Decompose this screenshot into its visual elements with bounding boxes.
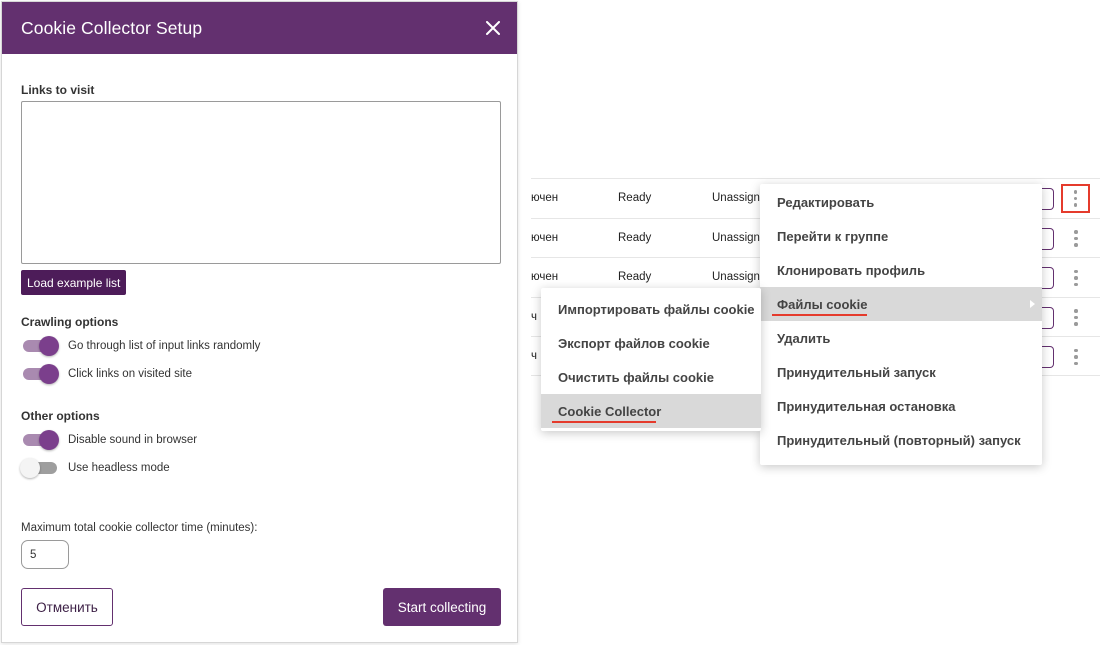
start-profile-button[interactable] [1040,267,1054,289]
cancel-button[interactable]: Отменить [21,588,113,626]
profile-name: ючен [531,192,559,204]
menu-item-cookie-files[interactable]: Файлы cookie [760,287,1042,321]
cookie-files-submenu: Импортировать файлы cookie Экспорт файло… [541,288,761,431]
start-profile-button[interactable] [1040,306,1054,329]
more-options-icon[interactable] [1063,346,1089,368]
menu-item-import-cookies[interactable]: Импортировать файлы cookie [541,292,761,326]
disable-sound-toggle[interactable] [21,430,59,450]
cookie-collector-dialog: Cookie Collector Setup Links to visit Lo… [1,1,518,643]
other-options-label: Other options [21,409,100,423]
menu-item-force-stop[interactable]: Принудительная остановка [760,389,1042,423]
submenu-arrow-icon [1030,300,1035,308]
max-time-label: Maximum total cookie collector time (min… [21,522,258,534]
menu-item-go-to-group[interactable]: Перейти к группе [760,219,1042,253]
links-label: Links to visit [21,83,95,97]
more-options-icon[interactable] [1063,267,1089,289]
toggle-row-random-links: Go through list of input links randomly [21,336,261,356]
toggle-label: Disable sound in browser [68,434,198,446]
profile-status: Ready [618,231,652,244]
random-links-toggle[interactable] [21,336,59,356]
profile-name: ч [531,310,537,323]
max-time-input[interactable] [21,540,69,569]
page: ючен Ready Unassign ючен Ready Unassign … [0,0,1100,645]
menu-item-label: Перейти к группе [777,228,889,244]
menu-item-label: Файлы cookie [777,296,868,312]
menu-item-label: Принудительный (повторный) запуск [777,432,1021,448]
profile-group: Unassign [712,271,760,283]
click-links-toggle[interactable] [21,364,59,384]
toggle-row-headless: Use headless mode [20,458,170,478]
profile-name: ч [531,350,537,362]
menu-item-edit[interactable]: Редактировать [760,185,1042,219]
toggle-label: Go through list of input links randomly [68,340,261,352]
start-profile-button[interactable] [1040,346,1054,368]
profile-group: Unassign [712,231,760,244]
toggle-row-click-links: Click links on visited site [21,364,192,384]
menu-item-delete[interactable]: Удалить [760,321,1042,355]
menu-item-label: Клонировать профиль [777,262,926,278]
more-options-icon[interactable] [1063,307,1089,329]
crawling-options-label: Crawling options [21,315,119,329]
more-options-icon[interactable] [1063,228,1089,250]
menu-item-clear-cookies[interactable]: Очистить файлы cookie [541,360,761,394]
menu-item-label: Экспорт файлов cookie [558,335,710,351]
close-icon[interactable] [481,16,505,40]
menu-item-label: Импортировать файлы cookie [558,301,755,317]
menu-item-label: Принудительный запуск [777,364,936,380]
red-underline-annotation [772,314,867,316]
start-profile-button[interactable] [1040,188,1054,210]
profile-name: ючен [531,271,559,283]
dialog-header: Cookie Collector Setup [2,2,517,54]
menu-item-label: Редактировать [777,194,875,210]
menu-item-cookie-collector[interactable]: Cookie Collector [541,394,761,428]
toggle-label: Use headless mode [68,462,170,474]
menu-item-label: Удалить [777,330,831,346]
profile-group: Unassign [712,192,760,204]
dialog-title: Cookie Collector Setup [21,17,203,38]
profile-status: Ready [618,192,652,204]
menu-item-force-start[interactable]: Принудительный запуск [760,355,1042,389]
load-example-list-button[interactable]: Load example list [21,270,127,295]
toggle-label: Click links on visited site [68,368,192,380]
start-collecting-button[interactable]: Start collecting [383,588,501,626]
red-underline-annotation [552,421,656,423]
menu-item-clone-profile[interactable]: Клонировать профиль [760,253,1042,287]
menu-item-label: Очистить файлы cookie [558,369,714,385]
links-textarea[interactable] [21,101,501,264]
more-options-icon[interactable] [1061,184,1090,213]
start-profile-button[interactable] [1040,227,1054,250]
menu-item-label: Принудительная остановка [777,398,956,414]
profile-context-menu: Редактировать Перейти к группе Клонирова… [760,184,1042,465]
profile-status: Ready [618,271,652,283]
toggle-row-disable-sound: Disable sound in browser [21,430,198,450]
profile-name: ючен [531,231,559,244]
headless-mode-toggle[interactable] [20,458,59,478]
menu-item-force-restart[interactable]: Принудительный (повторный) запуск [760,423,1042,457]
menu-item-label: Cookie Collector [558,403,662,419]
menu-item-export-cookies[interactable]: Экспорт файлов cookie [541,326,761,360]
